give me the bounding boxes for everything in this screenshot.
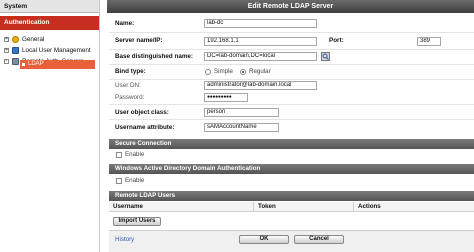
- users-icon: [12, 47, 19, 54]
- bullet-icon: [22, 63, 25, 66]
- page-title: Edit Remote LDAP Server: [107, 0, 474, 13]
- magnifier-icon: [322, 53, 329, 60]
- wad-auth-enable-checkbox[interactable]: [116, 178, 122, 184]
- password-field[interactable]: ●●●●●●●●●: [204, 93, 248, 102]
- nav-item-label: General: [22, 36, 45, 43]
- remote-ldap-users-header: Remote LDAP Users: [109, 191, 474, 201]
- server-row: Server name/IP: 192.168.1.1 Port: 389: [109, 34, 474, 50]
- expand-icon[interactable]: +: [4, 48, 9, 53]
- server-icon: [12, 58, 19, 65]
- expand-icon[interactable]: +: [4, 37, 9, 42]
- name-field[interactable]: lab-dc: [204, 19, 317, 28]
- base-dn-field[interactable]: DC=lab-domain,DC=local: [204, 52, 317, 61]
- edit-ldap-panel: Edit Remote LDAP Server Name: lab-dc Ser…: [107, 0, 474, 252]
- secure-connection-enable-checkbox[interactable]: [116, 152, 122, 158]
- ok-button[interactable]: OK: [239, 235, 289, 244]
- column-header-token: Token: [254, 202, 354, 212]
- collapse-icon[interactable]: -: [4, 59, 9, 64]
- port-field[interactable]: 389: [417, 37, 441, 46]
- bind-type-row: Bind type: Simple Regular: [109, 65, 474, 80]
- user-dn-row: User DN: administrator@lab-domain.local: [109, 80, 474, 92]
- left-navigation: System Authentication + General + Local …: [0, 0, 100, 252]
- username-attribute-field[interactable]: sAMAccountName: [204, 123, 279, 132]
- password-label: Password:: [115, 94, 145, 101]
- import-users-button[interactable]: Import Users: [113, 217, 161, 226]
- bind-simple-radio[interactable]: [205, 69, 211, 75]
- nav-system-header[interactable]: System: [0, 0, 99, 13]
- base-dn-row: Base distinguished name: DC=lab-domain,D…: [109, 50, 474, 65]
- nav-item-general[interactable]: + General: [0, 34, 99, 45]
- bind-simple-label: Simple: [214, 68, 233, 75]
- port-label: Port:: [329, 37, 344, 44]
- cancel-button[interactable]: Cancel: [294, 235, 344, 244]
- secure-connection-enable-label: Enable: [125, 151, 145, 158]
- column-header-username: Username: [109, 202, 254, 212]
- nav-item-ldap[interactable]: LDAP: [20, 60, 95, 69]
- server-label: Server name/IP:: [115, 37, 163, 44]
- history-link[interactable]: History: [115, 236, 134, 243]
- server-field[interactable]: 192.168.1.1: [204, 37, 317, 46]
- username-attribute-row: Username attribute: sAMAccountName: [109, 121, 474, 135]
- secure-connection-header: Secure Connection: [109, 139, 474, 149]
- bind-regular-label: Regular: [249, 68, 271, 75]
- nav-item-label: Local User Management: [22, 47, 91, 54]
- user-object-class-label: User object class:: [115, 109, 169, 116]
- user-object-class-field[interactable]: person: [204, 108, 279, 117]
- column-header-actions: Actions: [354, 202, 474, 212]
- base-dn-label: Base distinguished name:: [115, 53, 194, 60]
- nav-item-local-user-management[interactable]: + Local User Management: [0, 45, 99, 56]
- wad-auth-header: Windows Active Directory Domain Authenti…: [109, 164, 474, 174]
- nav-item-label: LDAP: [28, 61, 44, 67]
- gear-icon: [12, 36, 19, 43]
- user-object-class-row: User object class: person: [109, 106, 474, 120]
- username-attribute-label: Username attribute:: [115, 124, 175, 131]
- user-dn-label: User DN:: [115, 82, 141, 89]
- browse-dn-button[interactable]: [321, 52, 330, 61]
- bind-regular-radio[interactable]: [240, 69, 246, 75]
- password-row: Password: ●●●●●●●●●: [109, 92, 474, 105]
- nav-authentication-header[interactable]: Authentication: [0, 16, 99, 30]
- bind-type-label: Bind type:: [115, 68, 146, 75]
- name-label: Name:: [115, 20, 135, 27]
- name-row: Name: lab-dc: [109, 17, 474, 33]
- user-dn-field[interactable]: administrator@lab-domain.local: [204, 81, 317, 90]
- dialog-footer: History OK Cancel: [109, 230, 474, 252]
- wad-auth-enable-label: Enable: [125, 177, 145, 184]
